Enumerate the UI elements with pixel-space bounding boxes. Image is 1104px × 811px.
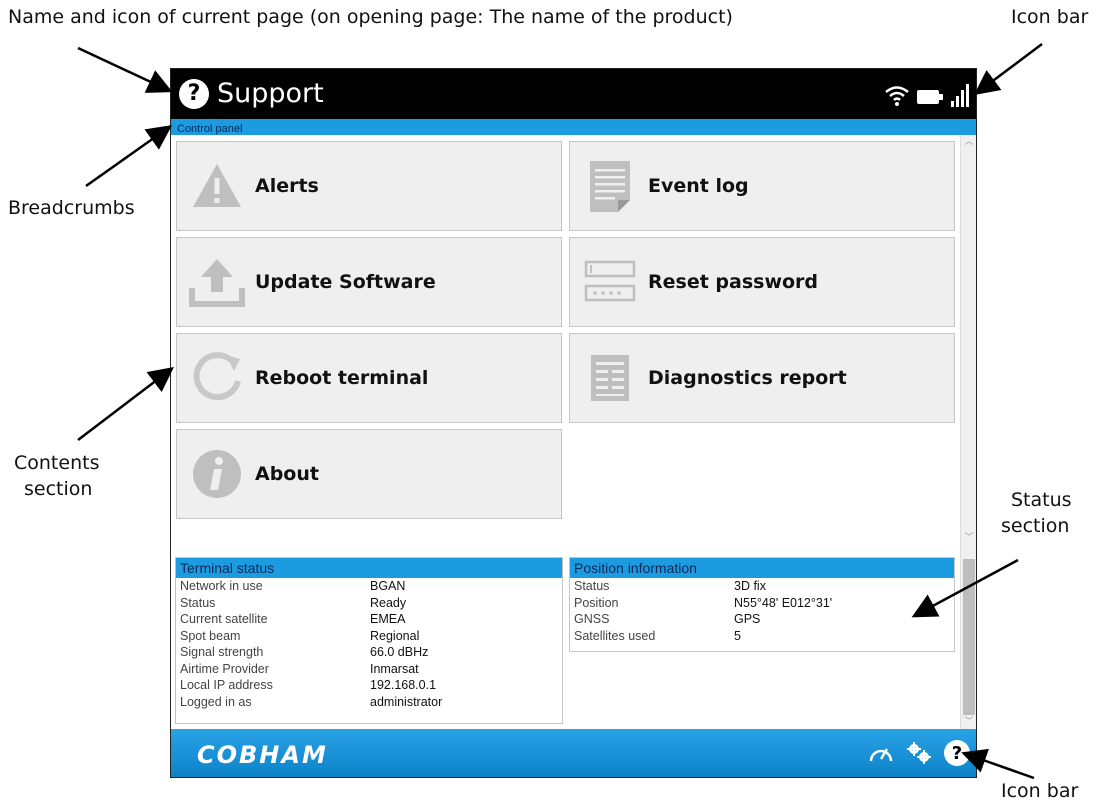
annotation-status-line1: Status xyxy=(1011,489,1072,511)
page-header: ? Support xyxy=(179,78,324,109)
signal-strength-icon[interactable] xyxy=(950,83,970,107)
alerts-label: Alerts xyxy=(255,175,319,197)
table-row: Status 3D fix xyxy=(574,579,766,593)
reset-password-label: Reset password xyxy=(648,271,819,293)
event-log-label: Event log xyxy=(648,175,749,197)
document-icon xyxy=(590,161,630,212)
table-row: Local IP address 192.168.0.1 xyxy=(180,678,437,692)
diagnostics-report-tile[interactable]: Diagnostics report xyxy=(569,333,955,423)
scroll-up-icon[interactable]: ︿ xyxy=(961,135,976,147)
table-row: Current satellite EMEA xyxy=(180,612,406,626)
table-row: Spot beam Regional xyxy=(180,628,420,643)
table-row: Position N55°48' E012°31' xyxy=(574,595,833,610)
scroll-divider-down-icon[interactable]: ﹀ xyxy=(961,531,976,543)
brand-logo: COBHAM xyxy=(197,741,328,769)
contents-section: Alerts Event log Update Software Reset p… xyxy=(171,135,962,555)
diagnostics-report-label: Diagnostics report xyxy=(648,367,847,389)
table-row: Logged in as administrator xyxy=(180,694,443,709)
breadcrumb: Control panel xyxy=(171,119,976,135)
about-label: About xyxy=(255,463,319,485)
help-icon: ? xyxy=(179,78,209,109)
info-icon xyxy=(193,450,241,498)
update-software-label: Update Software xyxy=(255,271,436,293)
reboot-terminal-tile[interactable]: Reboot terminal xyxy=(176,333,562,423)
settings-gears-icon[interactable] xyxy=(906,741,932,765)
table-row: Signal strength 66.0 dBHz xyxy=(180,645,429,659)
device-screen: ? Support Control panel Alerts Event log… xyxy=(170,68,977,778)
top-bar: ? Support xyxy=(171,69,976,119)
battery-icon[interactable] xyxy=(916,87,944,107)
help-button[interactable]: ? xyxy=(944,740,970,766)
terminal-status-panel: Terminal status Network in use BGAN Statu… xyxy=(175,557,563,724)
reboot-terminal-label: Reboot terminal xyxy=(255,367,429,389)
alerts-tile[interactable]: Alerts xyxy=(176,141,562,231)
reset-password-tile[interactable]: Reset password xyxy=(569,237,955,327)
scrollbar-thumb[interactable] xyxy=(963,559,975,715)
table-row: Network in use BGAN xyxy=(180,579,406,593)
wifi-icon[interactable] xyxy=(884,83,910,107)
position-information-panel: Position information Status 3D fix Positi… xyxy=(569,557,955,652)
table-row: Airtime Provider Inmarsat xyxy=(180,661,419,676)
page-title: Support xyxy=(217,78,324,109)
table-row: GNSS GPS xyxy=(574,612,761,626)
warning-icon xyxy=(193,164,241,207)
bottom-bar: COBHAM ? xyxy=(171,729,976,777)
upload-icon xyxy=(189,259,245,307)
annotation-breadcrumbs: Breadcrumbs xyxy=(8,197,135,219)
reboot-icon xyxy=(193,352,241,401)
dashboard-gauge-icon[interactable] xyxy=(868,742,894,764)
update-software-tile[interactable]: Update Software xyxy=(176,237,562,327)
breadcrumb-item-control-panel[interactable]: Control panel xyxy=(171,123,242,135)
annotation-icon-bar-bottom: Icon bar xyxy=(1001,780,1079,802)
table-row: Status Ready xyxy=(180,595,407,610)
annotation-status-line2: section xyxy=(1001,515,1070,537)
terminal-status-title: Terminal status xyxy=(176,558,562,578)
table-row: Satellites used 5 xyxy=(574,628,741,643)
about-tile[interactable]: About xyxy=(176,429,562,519)
password-form-icon xyxy=(584,260,636,302)
annotation-contents-line1: Contents xyxy=(14,452,100,474)
annotation-icon-bar-top: Icon bar xyxy=(1011,6,1089,28)
report-icon xyxy=(591,355,629,401)
bottom-icon-bar: ? xyxy=(868,740,970,766)
annotation-page-name: Name and icon of current page (on openin… xyxy=(8,6,733,28)
event-log-tile[interactable]: Event log xyxy=(569,141,955,231)
top-icon-bar xyxy=(884,81,970,107)
scroll-down-icon[interactable]: ﹀ xyxy=(961,715,976,727)
annotation-contents-line2: section xyxy=(24,478,93,500)
scrollbar[interactable]: ︿ ﹀ ﹀ xyxy=(960,135,976,729)
position-information-title: Position information xyxy=(570,558,954,578)
